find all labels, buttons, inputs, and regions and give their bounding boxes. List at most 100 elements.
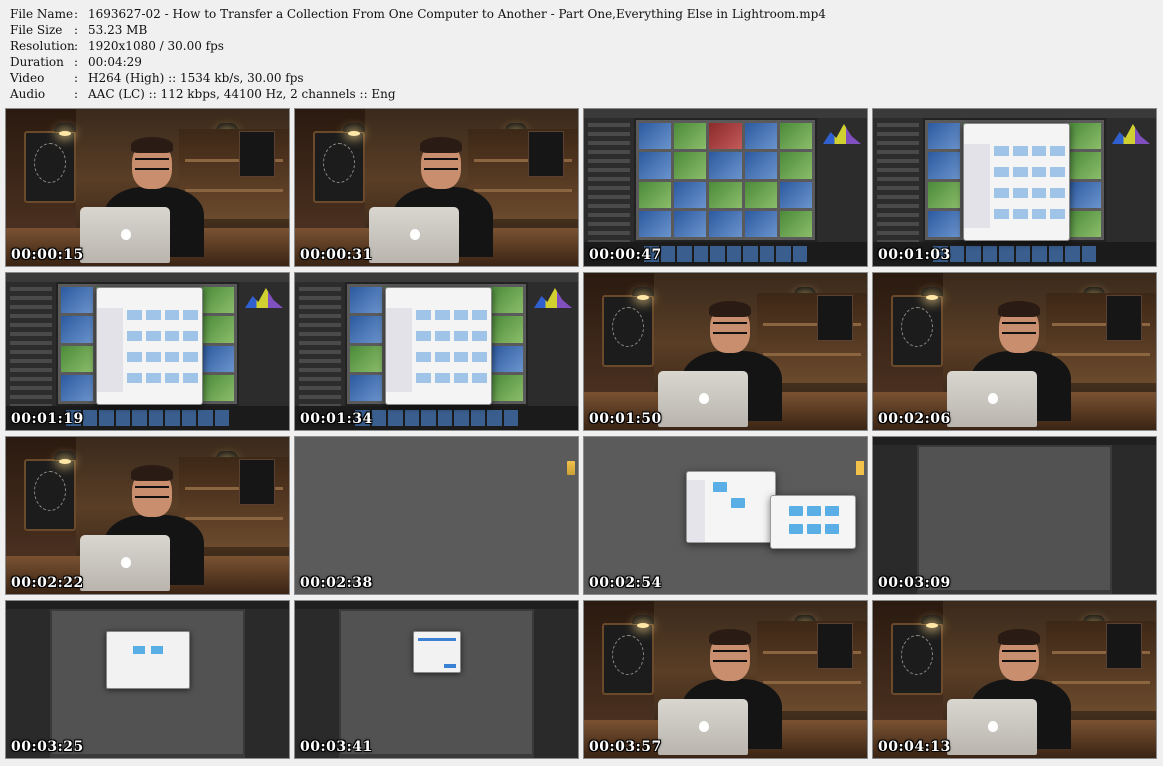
photo-thumbnail[interactable] — [779, 123, 812, 150]
presenter-hair — [131, 137, 173, 153]
timestamp: 00:01:34 — [300, 411, 373, 427]
photo-thumbnail[interactable] — [744, 181, 777, 208]
photo-thumbnail[interactable] — [674, 152, 707, 179]
lightroom-left-panel — [295, 282, 345, 408]
histogram — [534, 288, 572, 308]
dialog-file-list — [416, 310, 487, 390]
photo-thumbnail[interactable] — [490, 374, 523, 401]
photo-thumbnail[interactable] — [928, 210, 961, 237]
lightroom-right-panel — [239, 282, 289, 406]
photo-thumbnail[interactable] — [744, 210, 777, 237]
photo-thumbnail[interactable] — [709, 210, 742, 237]
video-thumbnail: 00:02:22 — [5, 436, 290, 595]
dialog-sidebar — [97, 308, 123, 392]
photo-thumbnail[interactable] — [490, 345, 523, 372]
panel-row — [877, 141, 919, 145]
apple-logo-icon — [699, 393, 709, 404]
export-dialog — [963, 123, 1070, 241]
photo-thumbnail[interactable] — [1068, 123, 1101, 150]
photo-thumbnail[interactable] — [201, 316, 234, 343]
filmstrip-frame — [437, 410, 452, 426]
photo-thumbnail[interactable] — [350, 374, 383, 401]
timestamp: 00:02:22 — [11, 575, 84, 591]
laptop — [947, 371, 1037, 427]
photo-thumbnail[interactable] — [709, 181, 742, 208]
file-icon — [994, 167, 1009, 177]
photo-thumbnail[interactable] — [779, 152, 812, 179]
file-icon — [127, 331, 142, 341]
panel-row — [10, 395, 52, 399]
photo-thumbnail[interactable] — [201, 374, 234, 401]
laptop — [947, 699, 1037, 755]
laptop — [80, 207, 170, 263]
presenter-hair — [420, 137, 462, 153]
panel-row — [877, 186, 919, 190]
photo-thumbnail[interactable] — [928, 123, 961, 150]
photo-thumbnail[interactable] — [61, 316, 94, 343]
panel-row — [588, 204, 630, 208]
file-icon — [164, 310, 180, 320]
meta-row-duration: Duration : 00:04:29 — [10, 54, 826, 70]
chalkboard-sign — [24, 459, 76, 531]
file-icon — [1012, 146, 1028, 156]
file-icon — [1050, 146, 1065, 156]
photo-thumbnail[interactable] — [490, 316, 523, 343]
video-thumbnail: 00:02:06 — [872, 272, 1157, 431]
panel-row — [877, 195, 919, 199]
filmstrip-frame — [743, 246, 758, 262]
photo-thumbnail[interactable] — [61, 345, 94, 372]
photo-thumbnail[interactable] — [744, 152, 777, 179]
photo-thumbnail[interactable] — [674, 123, 707, 150]
photo-thumbnail[interactable] — [709, 123, 742, 150]
meta-key: File Name — [10, 7, 74, 21]
photo-thumbnail[interactable] — [639, 181, 672, 208]
photo-thumbnail[interactable] — [639, 210, 672, 237]
photo-thumbnail[interactable] — [928, 152, 961, 179]
lightroom-main-area — [919, 447, 1110, 590]
file-icon — [434, 331, 450, 341]
filmstrip-frame — [949, 246, 964, 262]
file-icon — [472, 331, 487, 341]
panel-row — [299, 314, 341, 318]
panel-row — [10, 314, 52, 318]
photo-thumbnail[interactable] — [350, 345, 383, 372]
filmstrip-frame — [388, 410, 403, 426]
file-icon — [183, 373, 198, 383]
timestamp: 00:00:15 — [11, 247, 84, 263]
photo-thumbnail[interactable] — [1068, 210, 1101, 237]
photo-thumbnail[interactable] — [779, 181, 812, 208]
panel-row — [588, 141, 630, 145]
photo-thumbnail[interactable] — [201, 345, 234, 372]
coffee-sign — [239, 459, 275, 505]
meta-separator: : — [74, 39, 79, 53]
timestamp: 00:03:41 — [300, 739, 373, 755]
photo-thumbnail[interactable] — [61, 374, 94, 401]
photo-thumbnail[interactable] — [674, 181, 707, 208]
file-icon — [164, 331, 180, 341]
photo-thumbnail[interactable] — [639, 123, 672, 150]
file-icon — [453, 331, 469, 341]
file-metadata: File Name : 1693627-02 - How to Transfer… — [10, 6, 826, 102]
file-icon — [183, 352, 198, 362]
folder-icon — [151, 646, 163, 654]
photo-thumbnail[interactable] — [928, 181, 961, 208]
file-icon — [1012, 209, 1028, 219]
photo-thumbnail[interactable] — [350, 287, 383, 314]
timestamp: 00:00:47 — [589, 247, 662, 263]
meta-key: Audio — [10, 87, 46, 101]
photo-thumbnail[interactable] — [61, 287, 94, 314]
photo-thumbnail[interactable] — [490, 287, 523, 314]
photo-thumbnail[interactable] — [674, 210, 707, 237]
photo-thumbnail[interactable] — [1068, 181, 1101, 208]
photo-thumbnail[interactable] — [779, 210, 812, 237]
photo-thumbnail[interactable] — [709, 152, 742, 179]
photo-thumbnail[interactable] — [744, 123, 777, 150]
photo-thumbnail[interactable] — [350, 316, 383, 343]
timestamp: 00:03:25 — [11, 739, 84, 755]
photo-thumbnail[interactable] — [1068, 152, 1101, 179]
photo-thumbnail[interactable] — [201, 287, 234, 314]
filmstrip-frame — [132, 410, 147, 426]
ok-button[interactable] — [444, 664, 456, 668]
photo-thumbnail[interactable] — [639, 152, 672, 179]
dialog-sidebar — [386, 308, 412, 392]
